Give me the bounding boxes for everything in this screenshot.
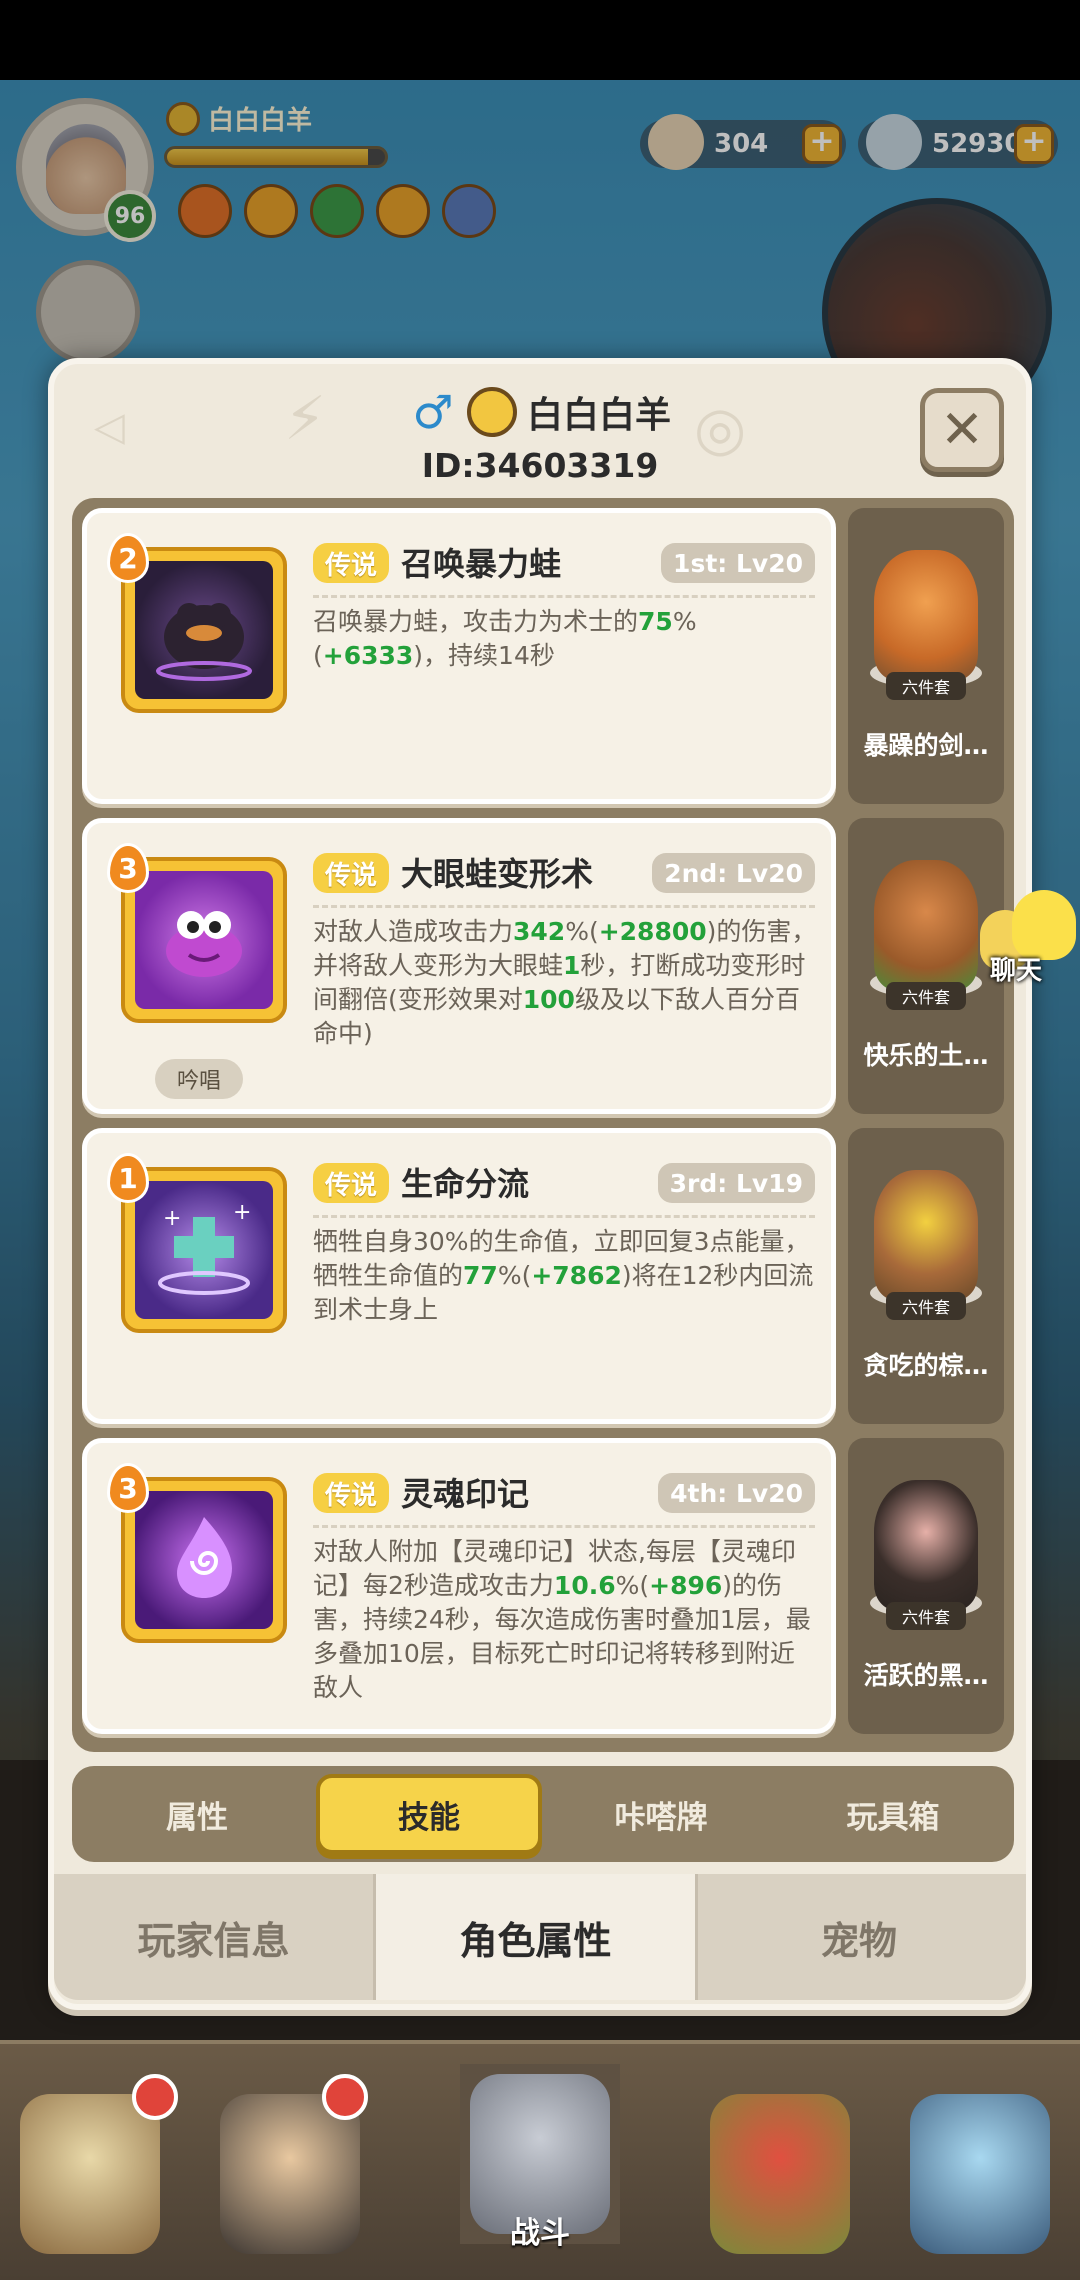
skill-level-badge: 3rd: Lv19	[657, 1163, 815, 1203]
divider	[313, 1525, 815, 1528]
skill-description: 对敌人造成攻击力342%(+28800)的伤害，并将敌人变形为大眼蛙1秒，打断成…	[313, 917, 817, 1048]
sub-tab-bar: 属性 技能 咔嗒牌 玩具箱	[72, 1766, 1014, 1862]
skill-name: 生命分流	[401, 1165, 530, 1203]
tab-player-info[interactable]: 玩家信息	[54, 1874, 376, 2000]
set-tag: 六件套	[886, 672, 966, 700]
tab-attributes[interactable]: 属性	[84, 1774, 310, 1854]
pet-icon	[710, 2094, 850, 2254]
costume-figure-icon	[874, 550, 978, 680]
portal-icon	[910, 2094, 1050, 2254]
skill-name: 灵魂印记	[401, 1475, 530, 1513]
skill-card[interactable]: 3 传说 灵魂印记 4th: Lv20 对敌人附加【灵魂印记】状态,每层【灵魂印…	[82, 1438, 836, 1734]
divider	[313, 905, 815, 908]
rarity-badge: 传说	[313, 543, 390, 583]
skill-name: 大眼蛙变形术	[401, 855, 594, 893]
tab-character-attributes[interactable]: 角色属性	[376, 1874, 698, 2000]
rarity-badge: 传说	[313, 853, 390, 893]
close-button[interactable]: ✕	[920, 388, 1004, 472]
notification-bell-icon	[322, 2074, 368, 2120]
divider	[313, 595, 815, 598]
rarity-badge: 传说	[313, 1473, 390, 1513]
set-tag: 六件套	[886, 1602, 966, 1630]
character-icon	[20, 2094, 160, 2254]
soul-mark-icon	[135, 1491, 273, 1629]
chant-badge: 吟唱	[155, 1059, 243, 1099]
modal-title: ♂ 白白白羊	[54, 385, 1026, 439]
nav-pet[interactable]	[700, 2084, 860, 2264]
frog-summon-icon	[135, 561, 273, 699]
skill-order-badge: 2	[107, 533, 149, 583]
skill-description: 召唤暴力蛙，攻击力为术士的75%(+6333)，持续14秒	[313, 607, 697, 670]
tab-skills[interactable]: 技能	[316, 1774, 542, 1854]
set-name: 贪吃的棕…	[863, 1351, 989, 1380]
skill-description: 对敌人附加【灵魂印记】状态,每层【灵魂印记】每2秒造成攻击力10.6%(+896…	[313, 1537, 811, 1702]
skill-level-badge: 4th: Lv20	[658, 1473, 815, 1513]
costume-figure-icon	[874, 1480, 978, 1610]
costume-figure-icon	[874, 860, 978, 990]
modal-player-name: 白白白羊	[526, 395, 671, 436]
nav-character-2[interactable]	[210, 2074, 370, 2264]
set-name: 快乐的土…	[863, 1041, 989, 1070]
male-gender-icon: ♂	[412, 385, 454, 439]
svg-text:+: +	[233, 1200, 251, 1225]
skill-order-badge: 3	[107, 843, 149, 893]
notification-bell-icon	[132, 2074, 178, 2120]
nav-battle[interactable]: 战斗	[460, 2064, 620, 2251]
costume-set-card[interactable]: 六件套 活跃的黑…	[848, 1438, 1004, 1734]
skills-panel: 2 传说 召唤暴力蛙 1st: Lv20 召唤暴力蛙，攻击力为术士的75%(+6…	[72, 498, 1014, 1752]
set-name: 暴躁的剑…	[863, 731, 989, 760]
tab-cards[interactable]: 咔嗒牌	[548, 1774, 774, 1854]
costume-set-card[interactable]: 六件套 贪吃的棕…	[848, 1128, 1004, 1424]
skill-order-badge: 1	[107, 1153, 149, 1203]
tab-toybox[interactable]: 玩具箱	[780, 1774, 1006, 1854]
nav-battle-label: 战斗	[510, 2216, 570, 2251]
nav-portal[interactable]	[900, 2084, 1060, 2264]
skill-order-badge: 3	[107, 1463, 149, 1513]
skill-level-badge: 1st: Lv20	[661, 543, 815, 583]
life-tap-icon: + +	[135, 1181, 273, 1319]
main-tab-bar: 玩家信息 角色属性 宠物	[54, 1874, 1026, 2000]
skill-level-badge: 2nd: Lv20	[652, 853, 815, 893]
set-tag: 六件套	[886, 1292, 966, 1320]
svg-text:+: +	[163, 1206, 181, 1231]
title-icon	[466, 387, 517, 437]
skill-card[interactable]: 3 吟唱 传说 大眼蛙变形术 2nd: Lv20 对敌人造成攻击力342%(+2…	[82, 818, 836, 1114]
set-name: 活跃的黑…	[863, 1661, 989, 1690]
skill-description: 牺牲自身30%的生命值，立即回复3点能量，牺牲生命值的77%(+7862)将在1…	[313, 1227, 814, 1324]
player-id: ID:34603319	[421, 446, 659, 485]
chat-label: 聊天	[990, 956, 1043, 986]
costume-figure-icon	[874, 1170, 978, 1300]
tab-pets[interactable]: 宠物	[698, 1874, 1020, 2000]
skill-name: 召唤暴力蛙	[401, 545, 562, 583]
set-tag: 六件套	[886, 982, 966, 1010]
costume-set-card[interactable]: 六件套 暴躁的剑…	[848, 508, 1004, 804]
chat-widget[interactable]: 聊天	[980, 890, 1080, 990]
nav-character-1[interactable]	[10, 2074, 178, 2264]
skill-card[interactable]: 2 传说 召唤暴力蛙 1st: Lv20 召唤暴力蛙，攻击力为术士的75%(+6…	[82, 508, 836, 804]
rarity-badge: 传说	[313, 1163, 390, 1203]
skill-card[interactable]: + + 1 传说 生命分流 3rd: Lv19 牺牲自身30%的生命值，立即回复3…	[82, 1128, 836, 1424]
frog-transform-icon	[135, 871, 273, 1009]
player-detail-modal: ⚡ ◎ ◁ ♂ 白白白羊 ID:34603319 ✕ 2 传说 召唤暴力蛙 1s…	[48, 358, 1032, 2010]
divider	[313, 1215, 815, 1218]
bottom-nav: 战斗	[0, 2040, 1080, 2280]
